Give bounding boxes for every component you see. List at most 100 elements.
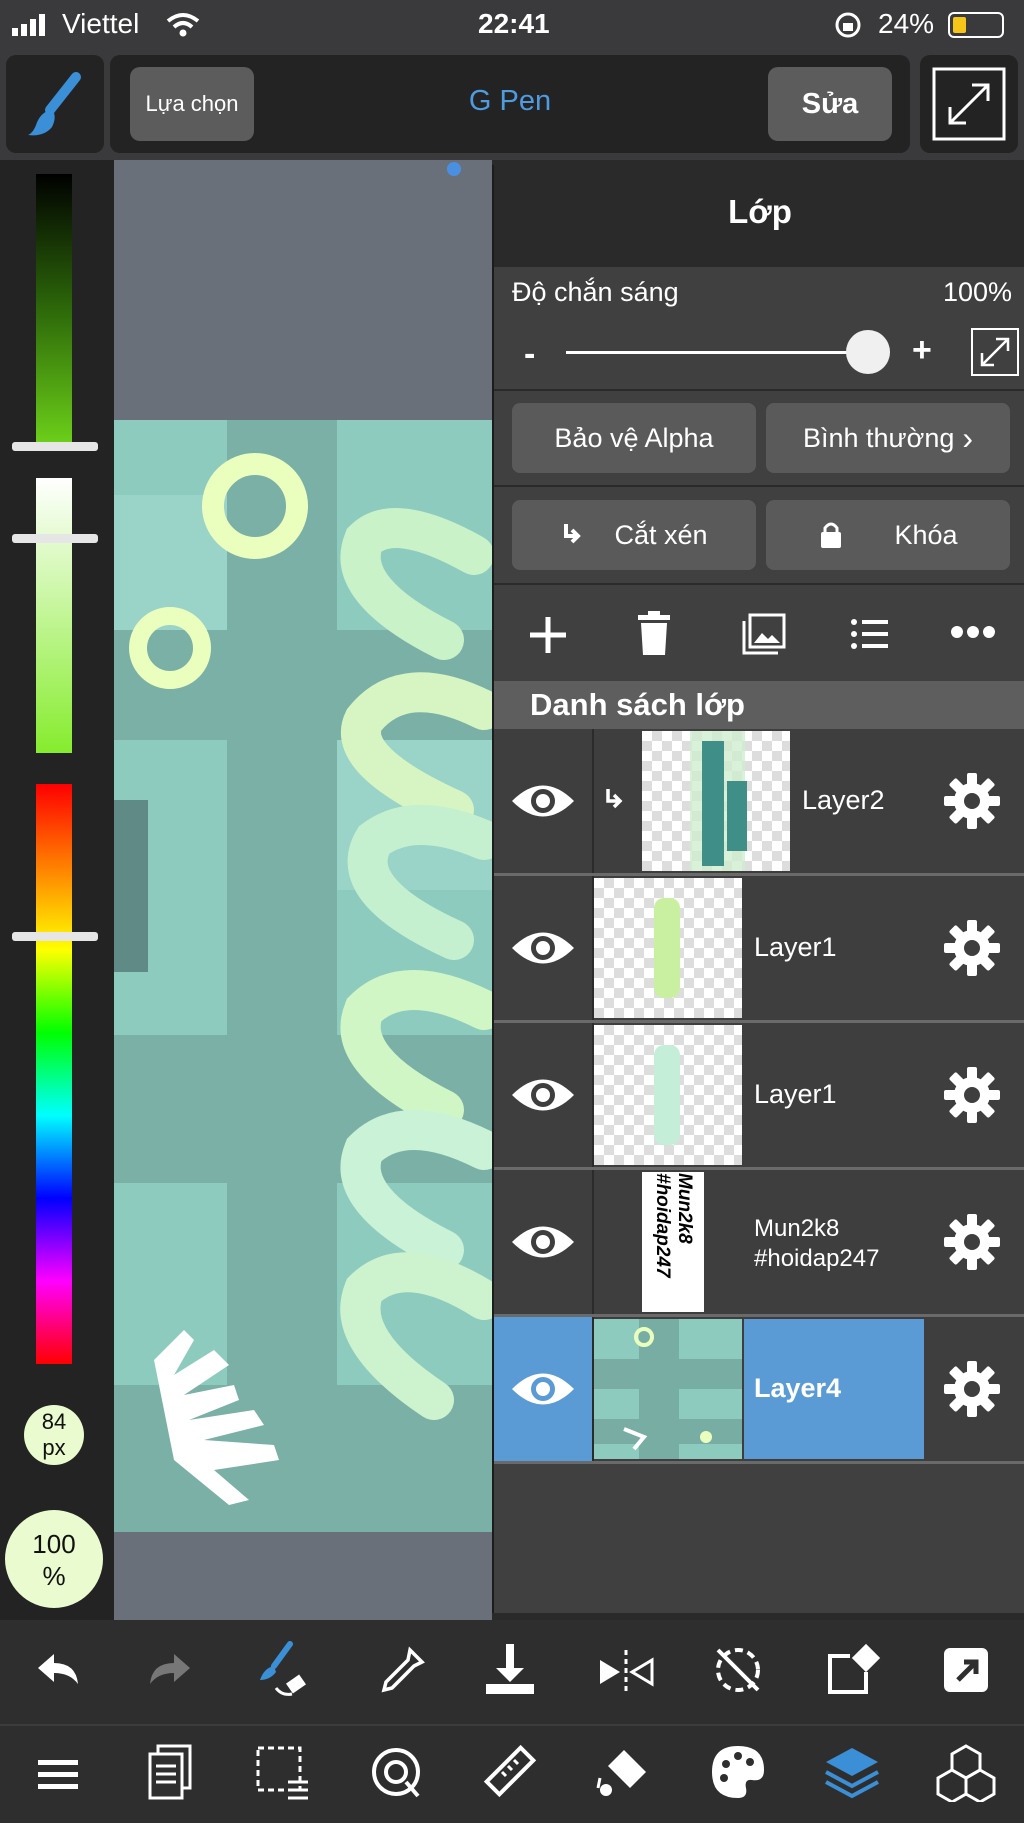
battery-icon [948, 12, 1004, 38]
opacity-slider[interactable] [566, 351, 880, 354]
transform-icon[interactable] [822, 1640, 882, 1700]
lock-label: Khóa [894, 519, 958, 550]
layer-name: Layer1 [754, 1079, 837, 1109]
palette-icon[interactable] [708, 1742, 768, 1802]
opacity-decrease-button[interactable]: - [524, 335, 535, 374]
layer-list-header: Danh sách lớp [494, 681, 1024, 729]
lasso-icon[interactable] [366, 1742, 426, 1802]
layer-row-layer2[interactable]: Layer2 [494, 729, 1024, 876]
import-image-icon[interactable] [742, 613, 786, 655]
layer-settings-icon[interactable] [944, 1361, 1000, 1417]
layer-thumbnail [594, 1025, 742, 1165]
layer-name: Layer1 [754, 932, 837, 962]
layer-settings-icon[interactable] [944, 1067, 1000, 1123]
eye-icon [512, 785, 574, 817]
artwork-drawing [114, 420, 492, 1532]
layer-thumbnail: Mun2k8 #hoidap247 [642, 1172, 704, 1312]
chevron-right-icon: › [962, 419, 974, 456]
opacity-label: Độ chắn sáng [512, 277, 679, 307]
eyedropper-icon[interactable] [370, 1642, 430, 1702]
fill-icon[interactable] [594, 1742, 654, 1802]
menu-icon[interactable] [28, 1744, 88, 1804]
visibility-toggle[interactable] [494, 1317, 594, 1461]
status-bar: Viettel 22:41 24% [0, 0, 1024, 50]
rotation-lock-icon [835, 12, 861, 38]
layer-settings-icon[interactable] [944, 773, 1000, 829]
layer-thumbnail [594, 1319, 742, 1459]
panel-title: Lớp [494, 165, 1024, 267]
layer-list-icon[interactable] [850, 617, 890, 651]
ruler-icon[interactable] [480, 1742, 540, 1802]
brush-opacity-indicator[interactable]: 100 % [5, 1510, 103, 1608]
value-slider[interactable] [36, 174, 72, 450]
selection-button[interactable]: Lựa chọn [130, 67, 254, 141]
lock-button[interactable]: Khóa [766, 500, 1010, 570]
alpha-protect-button[interactable]: Bảo vệ Alpha [512, 403, 756, 473]
layer-name: Layer2 [802, 785, 885, 815]
clip-icon [564, 524, 582, 544]
lock-icon [821, 522, 842, 548]
layers-icon[interactable] [822, 1742, 882, 1802]
blend-mode-button[interactable]: Bình thường › [766, 403, 1010, 473]
eye-icon [512, 1226, 574, 1258]
hue-slider[interactable] [36, 784, 72, 1364]
selection-icon[interactable] [252, 1742, 312, 1802]
brush-bar: Lựa chọn G Pen Sửa [110, 55, 910, 153]
signal-icon [12, 14, 45, 36]
artwork-canvas[interactable] [114, 420, 492, 1532]
add-layer-icon[interactable] [528, 615, 568, 655]
color-sidebar: 84 px 100 % [0, 160, 114, 1620]
expand-icon [932, 67, 1006, 141]
redo-icon[interactable] [140, 1642, 200, 1702]
edit-button[interactable]: Sửa [768, 67, 892, 141]
download-icon[interactable] [480, 1640, 540, 1700]
delete-layer-icon[interactable] [634, 611, 674, 657]
opacity-increase-button[interactable]: + [912, 331, 932, 370]
clip-label: Cắt xén [614, 519, 708, 550]
opacity-expand-icon[interactable] [970, 327, 1020, 377]
layer-settings-icon[interactable] [944, 1214, 1000, 1270]
layer-row-layer1-a[interactable]: Layer1 [494, 876, 1024, 1023]
flip-icon[interactable] [596, 1642, 656, 1702]
layer-settings-icon[interactable] [944, 920, 1000, 976]
saturation-slider-handle[interactable] [12, 534, 98, 543]
undo-icon[interactable] [28, 1642, 88, 1702]
layer-thumbnail [642, 731, 790, 871]
pages-icon[interactable] [140, 1742, 200, 1802]
visibility-toggle[interactable] [494, 876, 594, 1020]
rotate-reset-icon[interactable] [708, 1640, 768, 1700]
saturation-slider[interactable] [36, 478, 72, 753]
left-scroll-handle[interactable] [114, 800, 148, 972]
more-options-icon[interactable] [950, 625, 996, 639]
layer-row-text[interactable]: Mun2k8 #hoidap247 Mun2k8 #hoidap247 [494, 1170, 1024, 1317]
opacity-slider-knob[interactable] [846, 330, 890, 374]
hue-slider-handle[interactable] [12, 932, 98, 941]
share-icon[interactable] [936, 1640, 996, 1700]
brush-opacity-value: 100 [32, 1529, 76, 1559]
materials-icon[interactable] [936, 1742, 996, 1802]
wifi-icon [166, 13, 200, 37]
brush-icon [28, 72, 81, 136]
visibility-toggle[interactable] [494, 1170, 594, 1314]
brush-swap-icon[interactable] [252, 1640, 312, 1700]
fullscreen-button[interactable] [920, 55, 1018, 153]
eye-icon [512, 1079, 574, 1111]
layer-name: Layer4 [754, 1373, 842, 1403]
brush-opacity-unit: % [42, 1561, 66, 1591]
layer-thumbnail-text: Mun2k8 #hoidap247 [652, 1173, 695, 1278]
brush-size-value: 84 [41, 1409, 67, 1434]
bottom-toolbar-actions [0, 1620, 1024, 1724]
clock: 22:41 [478, 8, 550, 39]
brush-tool-button[interactable] [6, 55, 104, 153]
brush-name[interactable]: G Pen [330, 85, 690, 118]
battery-percent: 24% [878, 8, 935, 39]
visibility-toggle[interactable] [494, 729, 594, 873]
layer-panel: Lớp Độ chắn sáng 100% - + Bảo vệ Alpha B… [492, 165, 1024, 1613]
brush-size-unit: px [42, 1435, 66, 1460]
clip-button[interactable]: Cắt xén [512, 500, 756, 570]
brush-size-indicator[interactable]: 84 px [24, 1405, 84, 1465]
layer-row-layer1-b[interactable]: Layer1 [494, 1023, 1024, 1170]
visibility-toggle[interactable] [494, 1023, 594, 1167]
layer-row-layer4[interactable]: Layer4 [494, 1317, 1024, 1464]
value-slider-handle[interactable] [12, 442, 98, 451]
